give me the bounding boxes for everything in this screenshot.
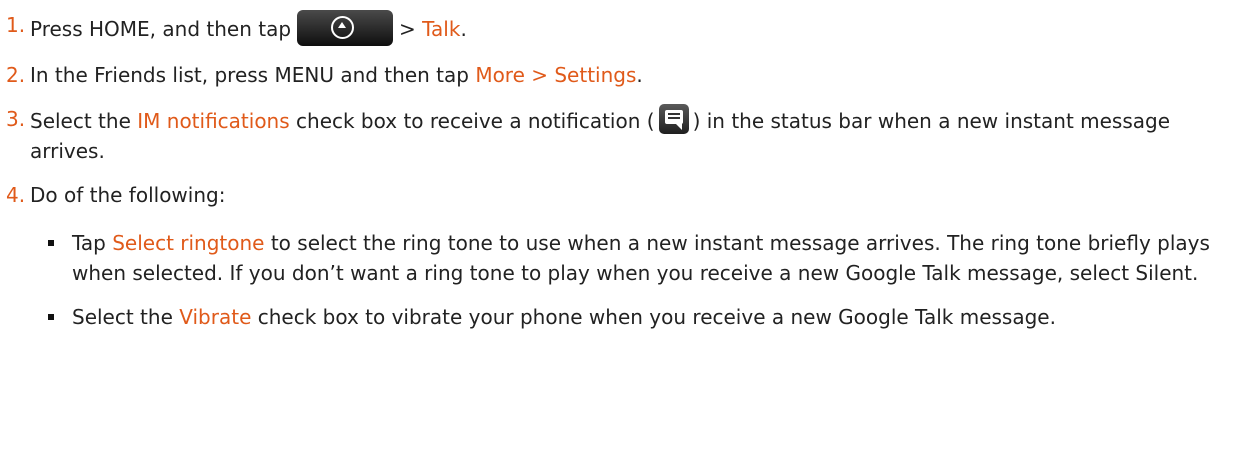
bullet-text: Select the xyxy=(72,305,173,329)
list-item: Tap Select ringtone to select the ring t… xyxy=(48,228,1238,288)
step-number: 2. xyxy=(6,63,26,87)
step-text: check box to receive a notification ( xyxy=(296,109,655,133)
options-list: Tap Select ringtone to select the ring t… xyxy=(6,228,1238,332)
step-3: 3. Select the IM notifications check box… xyxy=(6,104,1238,166)
step-text: Do of the following: xyxy=(30,183,226,207)
highlight-more-settings: More > Settings xyxy=(475,63,637,87)
step-number: 3. xyxy=(6,107,26,131)
step-text: . xyxy=(636,63,643,87)
bullet-text: Tap xyxy=(72,231,106,255)
step-2: 2. In the Friends list, press MENU and t… xyxy=(6,60,1238,90)
step-text: > xyxy=(399,17,416,41)
bullet-icon xyxy=(48,240,54,246)
step-text: . xyxy=(460,17,467,41)
highlight-vibrate: Vibrate xyxy=(179,305,252,329)
step-text: In the Friends list, press MENU and then… xyxy=(30,63,469,87)
all-apps-key-icon xyxy=(297,10,394,46)
step-4: 4. Do of the following: xyxy=(6,180,1238,210)
bullet-text: check box to vibrate your phone when you… xyxy=(257,305,1056,329)
step-number: 4. xyxy=(6,183,26,207)
highlight-im-notifications: IM notifications xyxy=(137,109,290,133)
step-text: Press HOME, and then tap xyxy=(30,17,292,41)
step-1: 1. Press HOME, and then tap > Talk. xyxy=(6,10,1238,46)
highlight-select-ringtone: Select ringtone xyxy=(112,231,265,255)
manual-page: 1. Press HOME, and then tap > Talk. 2. In… xyxy=(0,0,1238,450)
list-item: Select the Vibrate check box to vibrate … xyxy=(48,302,1238,332)
step-text: Select the xyxy=(30,109,131,133)
im-notification-icon xyxy=(658,104,689,134)
bullet-icon xyxy=(48,314,54,320)
step-number: 1. xyxy=(6,13,26,37)
highlight-talk: Talk xyxy=(422,17,461,41)
